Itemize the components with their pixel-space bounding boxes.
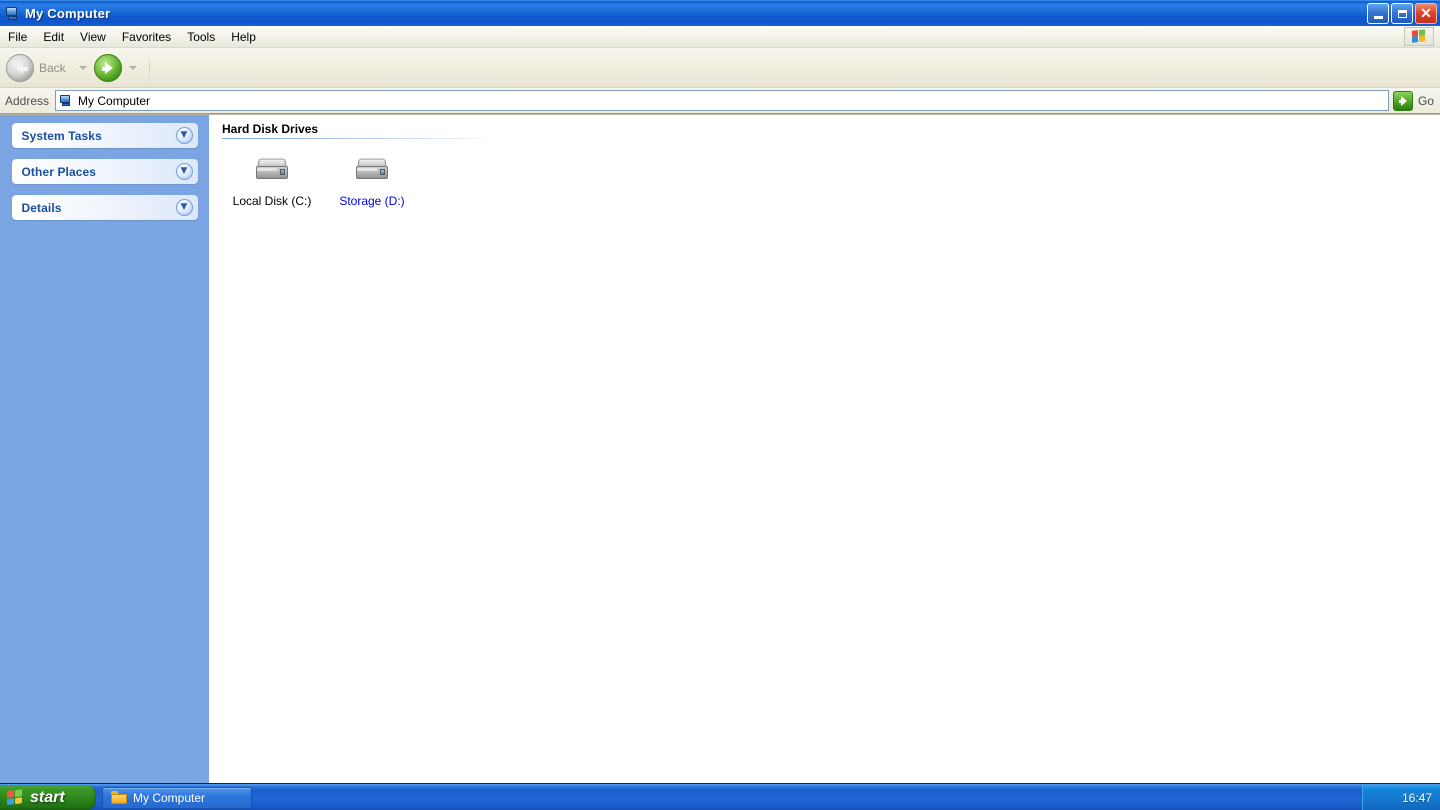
folder-icon — [111, 791, 127, 804]
window-title: My Computer — [25, 6, 111, 21]
my-computer-icon — [59, 94, 73, 108]
panel-title-details: Details — [21, 200, 62, 215]
menu-item-view[interactable]: View — [72, 28, 114, 46]
start-button-label: start — [30, 788, 65, 806]
panel-title-system-tasks: System Tasks — [21, 128, 102, 143]
forward-history-dropdown[interactable] — [128, 65, 137, 70]
back-history-dropdown[interactable] — [78, 65, 87, 70]
drive-item-local-disk-c[interactable]: Local Disk (C:) — [222, 152, 322, 208]
taskbar-task-list: My Computer — [96, 785, 1362, 810]
minimize-button[interactable] — [1367, 3, 1389, 24]
taskbar-item-my-computer[interactable]: My Computer — [102, 786, 252, 809]
toolbar-separator — [148, 54, 150, 81]
hard-drive-icon — [354, 156, 390, 184]
windows-flag-icon — [1404, 27, 1434, 46]
panel-header-system-tasks[interactable]: System Tasks ▼ — [11, 123, 198, 148]
explorer-window: My Computer ✕ File Edit View Favorites T… — [0, 0, 1440, 784]
task-pane: System Tasks ▼ Other Places ▼ Details ▼ — [0, 115, 210, 783]
menu-item-edit[interactable]: Edit — [35, 28, 72, 46]
panel-header-details[interactable]: Details ▼ — [11, 195, 198, 220]
back-button-label: Back — [39, 60, 66, 75]
windows-flag-icon — [7, 789, 24, 806]
back-button[interactable] — [6, 53, 34, 82]
address-label: Address — [5, 93, 50, 108]
address-input[interactable]: My Computer — [55, 90, 1389, 111]
panel-system-tasks[interactable]: System Tasks ▼ — [11, 123, 198, 148]
window-body: System Tasks ▼ Other Places ▼ Details ▼ … — [0, 114, 1440, 783]
taskbar: start My Computer 16:47 — [0, 784, 1440, 810]
address-bar: Address My Computer Go — [0, 88, 1440, 114]
menu-item-favorites[interactable]: Favorites — [114, 28, 179, 46]
group-separator — [222, 138, 500, 139]
panel-title-other-places: Other Places — [21, 164, 97, 179]
panel-header-other-places[interactable]: Other Places ▼ — [11, 159, 198, 184]
menu-item-tools[interactable]: Tools — [179, 28, 223, 46]
go-arrow-icon — [1392, 90, 1413, 111]
chevron-double-down-icon[interactable]: ▼ — [175, 199, 193, 216]
close-button[interactable]: ✕ — [1415, 3, 1437, 24]
drive-label-storage-d: Storage (D:) — [339, 194, 405, 208]
menu-item-help[interactable]: Help — [223, 28, 264, 46]
drive-icon-grid: Local Disk (C:) Storage (D:) — [222, 152, 1440, 208]
hard-drive-icon — [254, 156, 290, 184]
my-computer-icon — [4, 6, 20, 22]
drive-item-storage-d[interactable]: Storage (D:) — [322, 152, 422, 208]
taskbar-item-label: My Computer — [133, 790, 206, 805]
taskbar-clock[interactable]: 16:47 — [1402, 791, 1432, 805]
menu-item-file[interactable]: File — [0, 28, 35, 46]
drive-label-local-disk-c: Local Disk (C:) — [232, 194, 312, 208]
go-label: Go — [1417, 93, 1434, 108]
menu-bar: File Edit View Favorites Tools Help — [0, 26, 1440, 48]
group-header-hard-disk-drives: Hard Disk Drives — [222, 122, 319, 136]
forward-button[interactable] — [93, 53, 122, 82]
file-list-area[interactable]: Hard Disk Drives Local Disk (C:) Storage… — [210, 115, 1440, 783]
address-value: My Computer — [78, 93, 151, 108]
go-button[interactable]: Go — [1391, 90, 1440, 111]
panel-details[interactable]: Details ▼ — [11, 195, 198, 220]
chevron-double-down-icon[interactable]: ▼ — [175, 163, 193, 180]
title-bar: My Computer ✕ — [0, 0, 1440, 26]
panel-other-places[interactable]: Other Places ▼ — [11, 159, 198, 184]
chevron-double-down-icon[interactable]: ▼ — [175, 127, 193, 144]
navigation-toolbar: Back — [0, 48, 1440, 88]
system-tray[interactable]: 16:47 — [1362, 785, 1440, 810]
window-controls: ✕ — [1367, 3, 1437, 24]
maximize-restore-button[interactable] — [1391, 3, 1413, 24]
start-button[interactable]: start — [0, 785, 96, 810]
